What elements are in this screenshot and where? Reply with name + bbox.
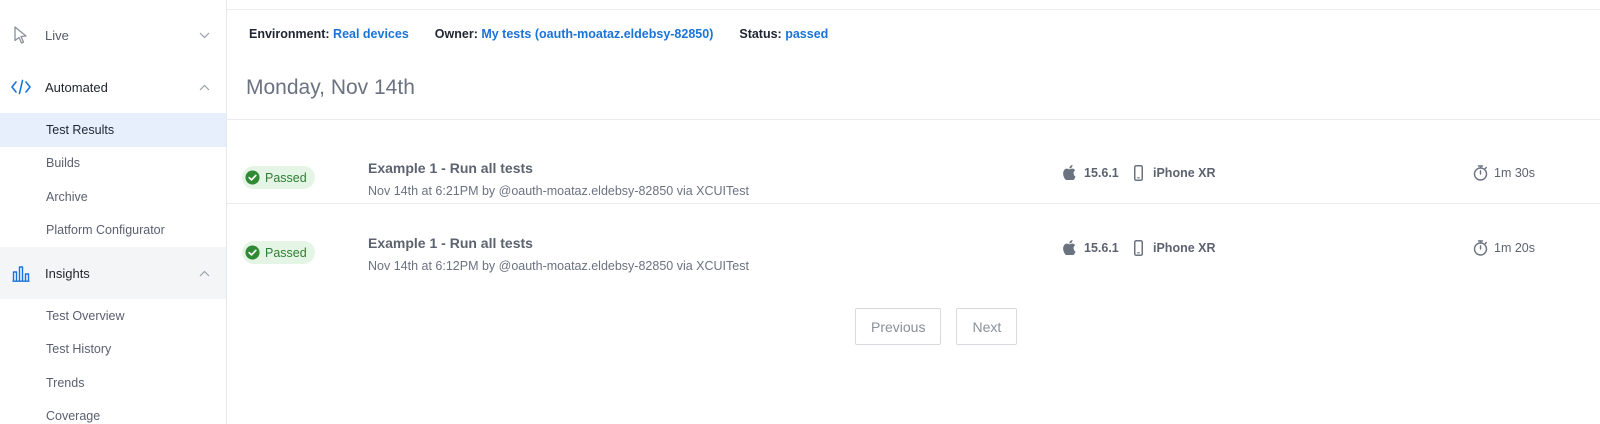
date-heading: Monday, Nov 14th xyxy=(246,76,415,99)
os-version-text: 15.6.1 xyxy=(1084,165,1119,180)
filter-value-link[interactable]: Real devices xyxy=(333,27,409,41)
phone-icon xyxy=(1134,165,1143,181)
device-name: iPhone XR xyxy=(1153,166,1216,180)
phone-icon xyxy=(1134,240,1143,256)
duration: 1m 30s xyxy=(1473,165,1535,181)
bar-chart-icon xyxy=(11,263,31,283)
duration-text: 1m 20s xyxy=(1494,241,1535,255)
sidebar-section-label: Automated xyxy=(45,79,108,95)
apple-icon xyxy=(1063,165,1076,180)
filter-value-link[interactable]: passed xyxy=(785,27,828,41)
filter-summary: Environment: Real devices Owner: My test… xyxy=(249,27,854,41)
divider xyxy=(227,203,1600,204)
sidebar-section-live[interactable]: Live xyxy=(0,9,226,61)
app: Live Automated Test Results Builds Archi… xyxy=(0,0,1600,424)
test-row[interactable]: Passed Example 1 - Run all tests Nov 14t… xyxy=(227,135,1600,207)
sidebar-item-trends[interactable]: Trends xyxy=(0,366,226,400)
duration-text: 1m 30s xyxy=(1494,166,1535,180)
test-meta: Nov 14th at 6:12PM by @oauth-moataz.elde… xyxy=(368,259,749,273)
sidebar-item-test-history[interactable]: Test History xyxy=(0,333,226,367)
sidebar-item-builds[interactable]: Builds xyxy=(0,147,226,181)
test-title[interactable]: Example 1 - Run all tests xyxy=(368,160,533,176)
device: iPhone XR xyxy=(1134,240,1216,256)
status-text: Passed xyxy=(265,245,307,260)
filter-owner: Owner: My tests (oauth-moataz.eldebsy-82… xyxy=(435,27,714,41)
apple-icon xyxy=(1063,240,1076,255)
status-text: Passed xyxy=(265,170,307,185)
sidebar-item-coverage[interactable]: Coverage xyxy=(0,400,226,424)
device-name: iPhone XR xyxy=(1153,241,1216,255)
sidebar-item-platform-configurator[interactable]: Platform Configurator xyxy=(0,214,226,248)
sidebar: Live Automated Test Results Builds Archi… xyxy=(0,0,227,424)
os-version-text: 15.6.1 xyxy=(1084,240,1119,255)
device: iPhone XR xyxy=(1134,165,1216,181)
check-circle-icon xyxy=(245,245,260,260)
pagination: Previous Next xyxy=(855,308,1032,345)
filter-label: Environment: xyxy=(249,27,330,41)
next-button[interactable]: Next xyxy=(956,308,1018,345)
code-icon xyxy=(11,77,31,97)
duration: 1m 20s xyxy=(1473,240,1535,256)
sidebar-item-test-overview[interactable]: Test Overview xyxy=(0,299,226,333)
test-title[interactable]: Example 1 - Run all tests xyxy=(368,235,533,251)
status-badge: Passed xyxy=(242,166,315,189)
filter-status: Status: passed xyxy=(739,27,828,41)
sidebar-section-insights[interactable]: Insights xyxy=(0,247,226,299)
check-circle-icon xyxy=(245,170,260,185)
sidebar-item-test-results[interactable]: Test Results xyxy=(0,113,226,147)
cursor-icon xyxy=(11,25,31,45)
main-content: Environment: Real devices Owner: My test… xyxy=(227,0,1600,424)
chevron-down-icon xyxy=(198,29,210,41)
sidebar-item-archive[interactable]: Archive xyxy=(0,180,226,214)
stopwatch-icon xyxy=(1473,240,1488,256)
test-meta: Nov 14th at 6:21PM by @oauth-moataz.elde… xyxy=(368,184,749,198)
filter-label: Status: xyxy=(739,27,782,41)
filter-value-link[interactable]: My tests (oauth-moataz.eldebsy-82850) xyxy=(481,27,713,41)
stopwatch-icon xyxy=(1473,165,1488,181)
chevron-up-icon xyxy=(198,267,210,279)
previous-button[interactable]: Previous xyxy=(855,308,942,345)
sidebar-section-automated[interactable]: Automated xyxy=(0,61,226,113)
divider xyxy=(227,119,1600,120)
filter-label: Owner: xyxy=(434,27,478,41)
sidebar-section-label: Insights xyxy=(45,265,90,281)
divider xyxy=(227,9,1600,10)
status-badge: Passed xyxy=(242,241,315,264)
os-version: 15.6.1 xyxy=(1063,240,1119,255)
chevron-up-icon xyxy=(198,81,210,93)
filter-environment: Environment: Real devices xyxy=(249,27,409,41)
test-row[interactable]: Passed Example 1 - Run all tests Nov 14t… xyxy=(227,210,1600,282)
os-version: 15.6.1 xyxy=(1063,165,1119,180)
sidebar-section-label: Live xyxy=(45,27,69,43)
